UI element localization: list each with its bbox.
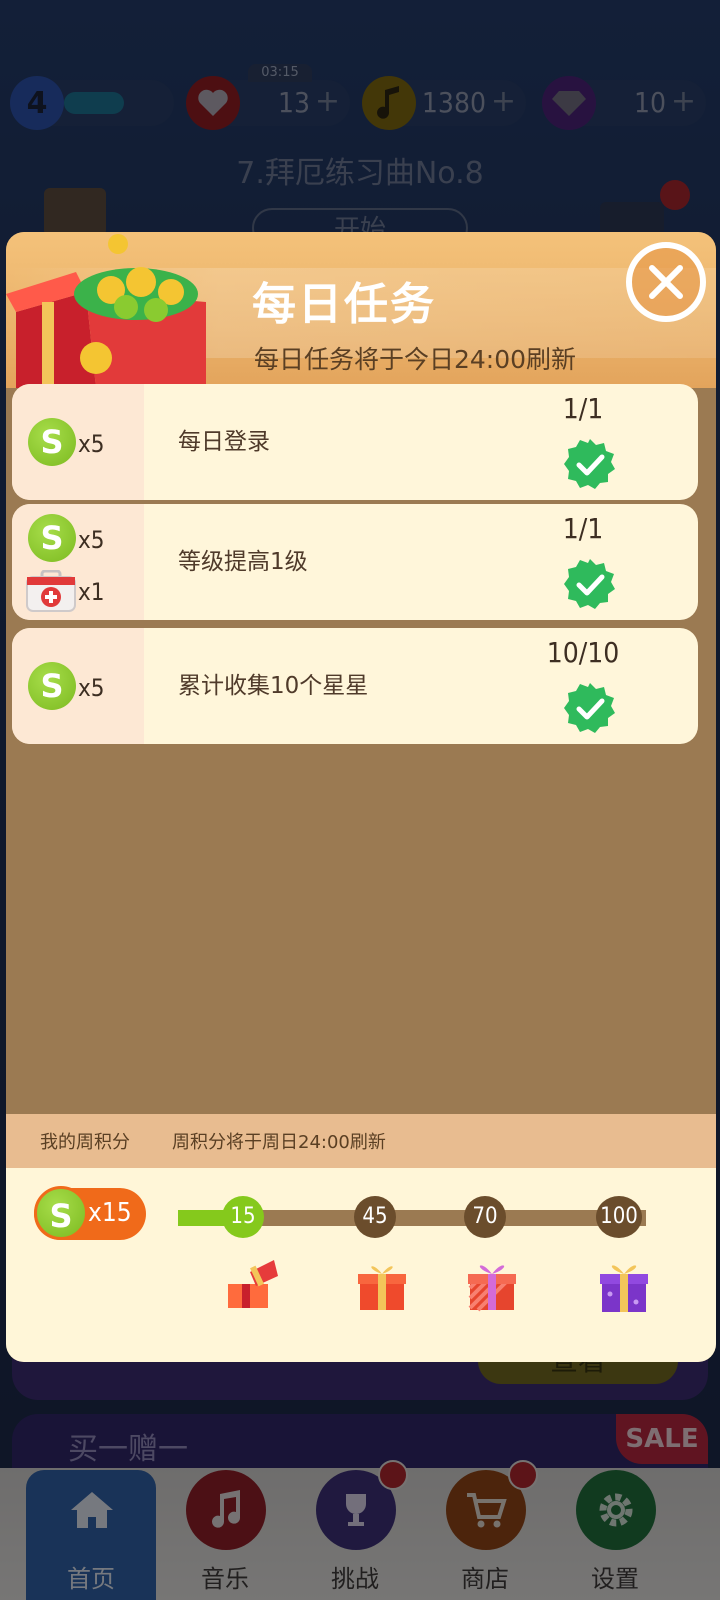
- reward-quantity: x5: [78, 526, 105, 554]
- weekly-score: S x15: [34, 1186, 146, 1240]
- weekly-header: 我的周积分 周积分将于周日24:00刷新: [6, 1114, 716, 1168]
- weekly-refresh-note: 周积分将于周日24:00刷新: [172, 1132, 386, 1153]
- gift-box-icon: [6, 234, 206, 388]
- close-icon: [649, 265, 683, 299]
- check-badge-icon: [564, 559, 615, 609]
- weekly-progress: S x15 15 45 70 100: [6, 1168, 716, 1362]
- task-name: 累计收集10个星星: [178, 673, 369, 699]
- check-badge-icon: [564, 439, 615, 489]
- task-progress: 1/1: [562, 512, 604, 545]
- task-row: S x5 每日登录 1/1: [12, 384, 698, 500]
- milestone-45: 45: [354, 1196, 396, 1238]
- reward-quantity: x1: [78, 578, 105, 606]
- milestone-100: 100: [596, 1196, 642, 1238]
- task-reward: S x5: [12, 628, 144, 744]
- weekly-score-value: x15: [88, 1198, 132, 1228]
- coin-icon: S: [28, 418, 76, 466]
- close-button[interactable]: [626, 242, 706, 322]
- milestone-15: 15: [222, 1196, 264, 1238]
- task-row: S x5 x1 等级提高1级 1/1: [12, 504, 698, 620]
- reward-quantity: x5: [78, 430, 105, 458]
- coin-icon: S: [28, 514, 76, 562]
- gift-icon[interactable]: [596, 1258, 652, 1314]
- gift-icon[interactable]: [354, 1258, 410, 1314]
- coin-icon: S: [28, 662, 76, 710]
- task-progress: 1/1: [562, 392, 604, 425]
- medkit-icon: [26, 570, 76, 612]
- check-badge-icon: [564, 683, 615, 733]
- task-row: S x5 累计收集10个星星 10/10: [12, 628, 698, 744]
- modal-title: 每日任务: [252, 279, 436, 330]
- task-name: 每日登录: [178, 429, 270, 455]
- coin-icon: S: [34, 1186, 88, 1240]
- task-name: 等级提高1级: [178, 549, 308, 575]
- gift-icon[interactable]: [464, 1258, 520, 1314]
- modal-header: 每日任务 每日任务将于今日24:00刷新: [6, 232, 716, 388]
- task-reward: S x5: [12, 384, 144, 500]
- milestone-70: 70: [464, 1196, 506, 1238]
- task-reward: S x5 x1: [12, 504, 144, 620]
- weekly-label: 我的周积分: [40, 1132, 130, 1153]
- opened-gift-icon[interactable]: [224, 1258, 280, 1314]
- daily-tasks-modal: 每日任务 每日任务将于今日24:00刷新 S x5 每日登录 1/1 S x5: [6, 232, 716, 1362]
- task-progress: 10/10: [546, 636, 620, 669]
- reward-quantity: x5: [78, 674, 105, 702]
- modal-subtitle: 每日任务将于今日24:00刷新: [254, 345, 577, 374]
